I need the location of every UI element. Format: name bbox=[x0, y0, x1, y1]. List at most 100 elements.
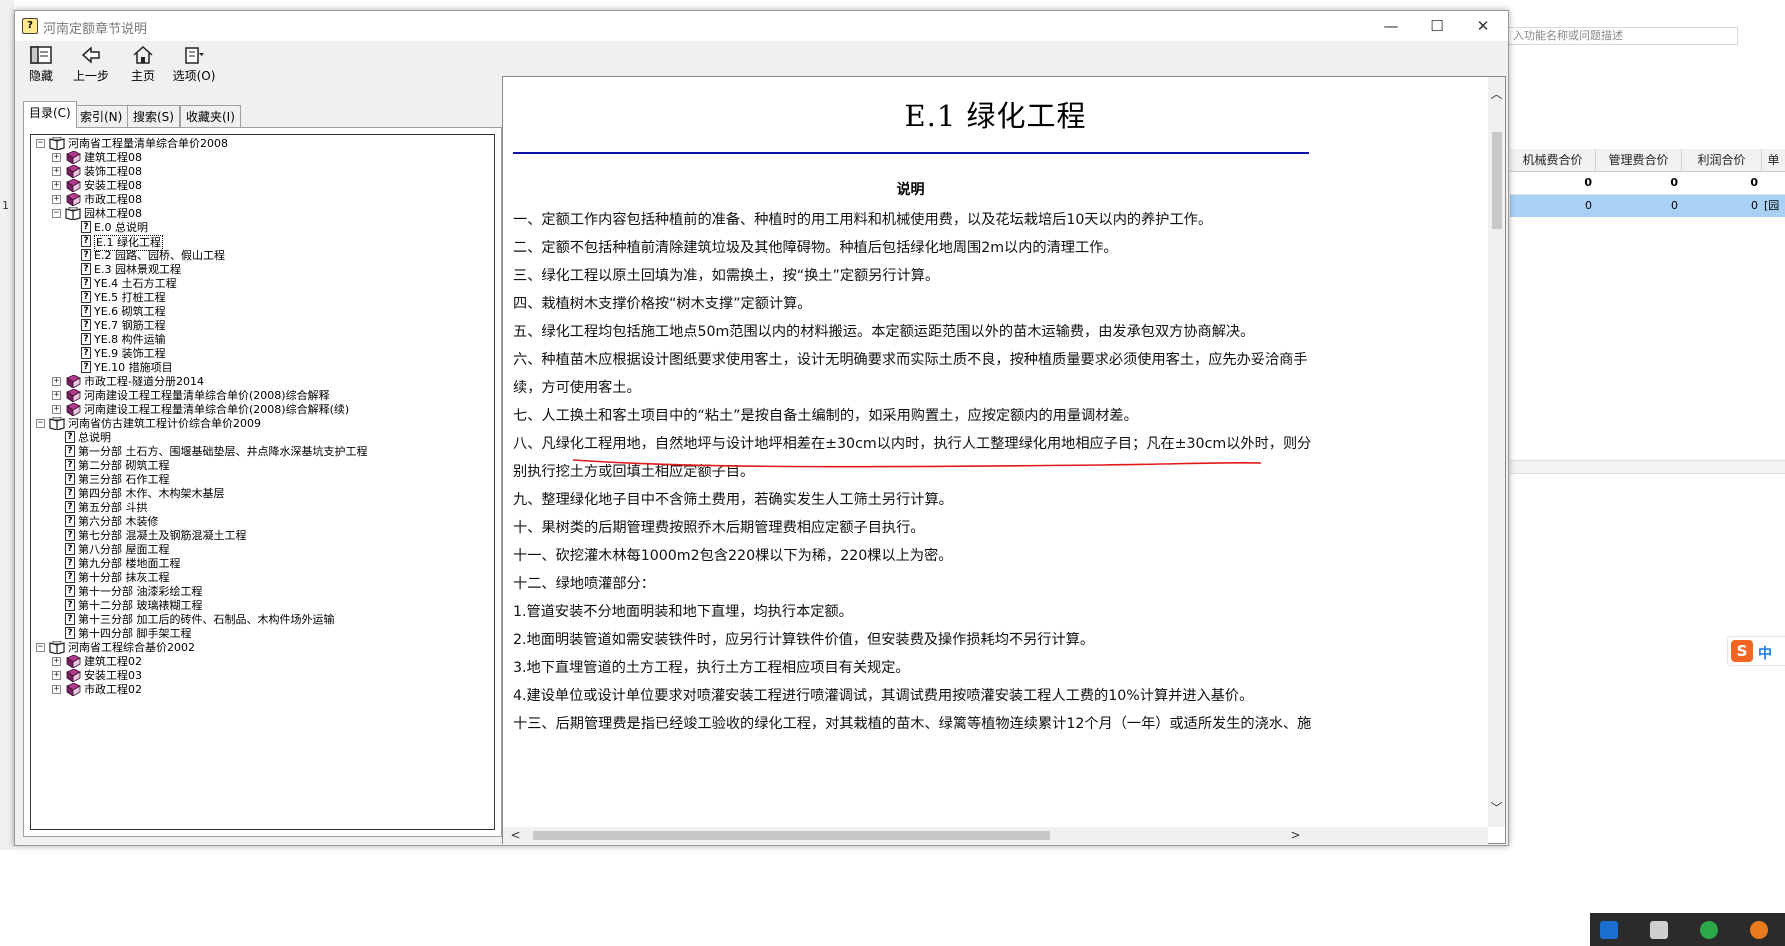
ime-logo-icon[interactable]: S bbox=[1731, 640, 1753, 662]
horizontal-scroll-thumb[interactable] bbox=[533, 831, 1050, 840]
tree-item[interactable]: + 河南建设工程工程量清单综合单价(2008)综合解释 bbox=[31, 388, 491, 403]
tree-item[interactable]: + 建筑工程02 bbox=[31, 654, 491, 669]
tree-item[interactable]: ? 第六分部 木装修 bbox=[31, 515, 491, 529]
tree-item[interactable]: ? 第十四分部 脚手架工程 bbox=[31, 627, 491, 641]
tree-item[interactable]: ? 第八分部 屋面工程 bbox=[31, 543, 491, 557]
tree-item[interactable]: ? YE.9 装饰工程 bbox=[31, 347, 491, 361]
tab-search[interactable]: 搜索(S) bbox=[127, 105, 180, 127]
tree-item[interactable]: ? 第四分部 木作、木构架木基层 bbox=[31, 487, 491, 501]
minimize-button[interactable]: — bbox=[1368, 11, 1414, 41]
expand-icon[interactable]: + bbox=[52, 195, 61, 204]
tree-item[interactable]: ? 总说明 bbox=[31, 431, 491, 445]
background-table-row[interactable]: 0 0 0 bbox=[1510, 172, 1785, 195]
title-bar[interactable]: ? 河南定额章节说明 — ☐ ✕ bbox=[15, 11, 1508, 41]
expand-icon[interactable]: + bbox=[52, 671, 61, 680]
scroll-left-icon[interactable]: < bbox=[507, 828, 524, 842]
tree-item[interactable]: ? YE.10 措施项目 bbox=[31, 361, 491, 375]
contents-tree[interactable]: − 河南省工程量清单综合单价2008 + 建筑工程08 + 装饰工程08 + 安装工程08 + 市… bbox=[30, 134, 495, 830]
help-page-icon: ? bbox=[81, 361, 91, 373]
expand-icon[interactable]: + bbox=[52, 391, 61, 400]
tab-index[interactable]: 索引(N) bbox=[74, 105, 129, 127]
vertical-scroll-thumb[interactable] bbox=[1492, 132, 1502, 229]
tree-item[interactable]: + 建筑工程08 bbox=[31, 150, 491, 165]
tree-item[interactable]: + 市政工程02 bbox=[31, 682, 491, 697]
tree-item[interactable]: ? YE.5 打桩工程 bbox=[31, 291, 491, 305]
column-header[interactable]: 利润合价 bbox=[1682, 149, 1762, 171]
title-divider bbox=[513, 152, 1309, 154]
tree-item[interactable]: ? 第十分部 抹灰工程 bbox=[31, 571, 491, 585]
tree-item[interactable]: + 装饰工程08 bbox=[31, 164, 491, 179]
tree-item[interactable]: ? 第三分部 石作工程 bbox=[31, 473, 491, 487]
column-header[interactable]: 单 bbox=[1762, 149, 1785, 171]
scroll-down-icon[interactable]: ﹀ bbox=[1488, 799, 1505, 816]
close-button[interactable]: ✕ bbox=[1460, 11, 1506, 41]
tree-item[interactable]: ? 第五分部 斗拱 bbox=[31, 501, 491, 515]
expand-icon[interactable]: + bbox=[52, 181, 61, 190]
tree-item[interactable]: ? YE.4 土石方工程 bbox=[31, 277, 491, 291]
expand-icon[interactable]: + bbox=[52, 153, 61, 162]
column-header[interactable]: 管理费合价 bbox=[1596, 149, 1682, 171]
hide-button[interactable]: 隐藏 bbox=[21, 43, 61, 89]
home-button[interactable]: 主页 bbox=[123, 43, 163, 89]
taskbar-app-icon[interactable] bbox=[1600, 921, 1618, 939]
table-cell: 0 bbox=[1751, 199, 1758, 212]
taskbar-app-icon[interactable] bbox=[1700, 921, 1718, 939]
expand-icon[interactable]: + bbox=[52, 167, 61, 176]
collapse-icon[interactable]: − bbox=[36, 419, 45, 428]
navigation-pane: 目录(C) 索引(N) 搜索(S) 收藏夹(I) − 河南省工程量清单综合单价20… bbox=[20, 93, 502, 841]
window-title: 河南定额章节说明 bbox=[43, 22, 148, 37]
background-table-row-selected[interactable]: 0 0 0 [园 bbox=[1510, 195, 1785, 217]
help-page-icon: ? bbox=[65, 543, 75, 555]
closed-book-icon bbox=[65, 654, 81, 669]
topic-paragraph: 七、人工换土和客土项目中的“粘土”是按自备土编制的，如采用购置土，应按定额内的用… bbox=[513, 408, 1138, 424]
tree-item[interactable]: + 市政工程-隧道分册2014 bbox=[31, 374, 491, 389]
tree-item[interactable]: ? E.2 园路、园桥、假山工程 bbox=[31, 249, 491, 263]
collapse-icon[interactable]: − bbox=[36, 643, 45, 652]
tree-item[interactable]: ? YE.7 钢筋工程 bbox=[31, 319, 491, 333]
taskbar-windows-icon[interactable] bbox=[1650, 921, 1668, 939]
taskbar-search-icon[interactable] bbox=[1750, 921, 1768, 939]
collapse-icon[interactable]: − bbox=[52, 209, 61, 218]
scroll-right-icon[interactable]: > bbox=[1287, 828, 1304, 842]
tab-favorites[interactable]: 收藏夹(I) bbox=[180, 105, 241, 127]
tree-item[interactable]: ? E.0 总说明 bbox=[31, 221, 491, 235]
tab-contents[interactable]: 目录(C) bbox=[23, 101, 77, 128]
tree-item-label: 第十二分部 玻璃裱糊工程 bbox=[78, 599, 203, 612]
expand-icon[interactable]: + bbox=[52, 377, 61, 386]
tree-item-label: 第十四分部 脚手架工程 bbox=[78, 627, 192, 640]
help-page-icon: ? bbox=[65, 501, 75, 513]
expand-icon[interactable]: + bbox=[52, 405, 61, 414]
tree-item[interactable]: − 河南省工程综合基价2002 bbox=[31, 640, 491, 655]
background-search-input[interactable]: 入功能名称或问题描述 bbox=[1508, 27, 1738, 45]
tree-item[interactable]: + 市政工程08 bbox=[31, 192, 491, 207]
background-splitter[interactable] bbox=[1510, 460, 1785, 474]
expand-icon[interactable]: + bbox=[52, 657, 61, 666]
back-button[interactable]: 上一步 bbox=[71, 43, 111, 89]
collapse-icon[interactable]: − bbox=[36, 139, 45, 148]
tree-item[interactable]: ? 第二分部 砌筑工程 bbox=[31, 459, 491, 473]
tree-item[interactable]: + 安装工程03 bbox=[31, 668, 491, 683]
tree-item-label: 建筑工程08 bbox=[84, 151, 142, 164]
expand-icon[interactable]: + bbox=[52, 685, 61, 694]
tree-item[interactable]: ? 第一分部 土石方、围堰基础垫层、井点降水深基坑支护工程 bbox=[31, 445, 491, 459]
ime-mode-icon[interactable]: 中 bbox=[1758, 643, 1772, 663]
tree-item[interactable]: ? 第九分部 楼地面工程 bbox=[31, 557, 491, 571]
tree-item[interactable]: ? YE.8 构件运输 bbox=[31, 333, 491, 347]
column-header[interactable]: 机械费合价 bbox=[1510, 149, 1596, 171]
tree-item[interactable]: ? 第十三分部 加工后的砖件、石制品、木构件场外运输 bbox=[31, 613, 491, 627]
tree-item[interactable]: ? 第十二分部 玻璃裱糊工程 bbox=[31, 599, 491, 613]
tree-item[interactable]: − 河南省仿古建筑工程计价综合单价2009 bbox=[31, 416, 491, 431]
scroll-up-icon[interactable]: ︿ bbox=[1488, 85, 1505, 102]
tree-item[interactable]: ? YE.6 砌筑工程 bbox=[31, 305, 491, 319]
topic-paragraph: 二、定额不包括种植前清除建筑垃圾及其他障碍物。种植后包括绿化地周围2m以内的清理… bbox=[513, 240, 1118, 256]
tree-item[interactable]: − 园林工程08 bbox=[31, 206, 491, 221]
maximize-button[interactable]: ☐ bbox=[1414, 11, 1460, 41]
tree-item[interactable]: ? E.1 绿化工程 bbox=[31, 235, 491, 251]
tree-item[interactable]: ? 第七分部 混凝土及钢筋混凝土工程 bbox=[31, 529, 491, 543]
tree-item[interactable]: + 河南建设工程工程量清单综合单价(2008)综合解释(续) bbox=[31, 402, 491, 417]
options-button[interactable]: 选项(O) bbox=[171, 43, 217, 89]
tree-item[interactable]: − 河南省工程量清单综合单价2008 bbox=[31, 136, 491, 151]
tree-item[interactable]: + 安装工程08 bbox=[31, 178, 491, 193]
tree-item[interactable]: ? E.3 园林景观工程 bbox=[31, 263, 491, 277]
tree-item[interactable]: ? 第十一分部 油漆彩绘工程 bbox=[31, 585, 491, 599]
